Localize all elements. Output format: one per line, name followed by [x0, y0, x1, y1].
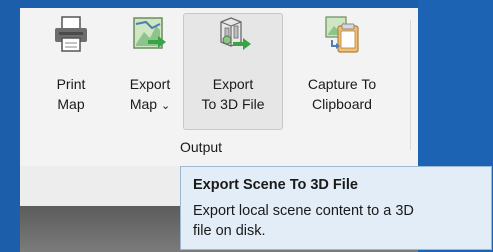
capture-to-clipboard-button[interactable]: Capture To Clipboard	[292, 14, 392, 130]
print-map-label-line1: Print	[56, 76, 86, 92]
capture-label-line2: Clipboard	[312, 96, 372, 112]
printer-icon	[55, 16, 87, 52]
ribbon-group-divider	[410, 20, 411, 150]
tooltip: Export Scene To 3D File Export local sce…	[180, 166, 492, 250]
export-3d-label-line1: Export	[212, 76, 254, 92]
tooltip-body: Export local scene content to a 3D file …	[193, 201, 479, 241]
ribbon-output-group: Print Map Export Map ⌄ Export To 3D File…	[20, 8, 418, 166]
print-map-label-line2: Map	[57, 96, 85, 112]
tooltip-body-line2: file on disk.	[193, 223, 266, 239]
export-map-label-line1: Export	[129, 76, 171, 92]
tooltip-body-line1: Export local scene content to a 3D	[193, 203, 414, 219]
tooltip-title: Export Scene To 3D File	[193, 177, 358, 193]
export-to-3d-file-button[interactable]: Export To 3D File	[183, 13, 283, 130]
export-map-button[interactable]: Export Map ⌄	[110, 14, 190, 130]
export-map-label-line2: Map	[129, 96, 158, 112]
capture-label-line1: Capture To	[307, 76, 377, 92]
export-3d-icon	[220, 17, 251, 50]
chevron-down-icon[interactable]: ⌄	[161, 100, 170, 112]
window-left-frame	[0, 0, 20, 252]
clipboard-icon	[325, 16, 359, 53]
export-3d-label-line2: To 3D File	[201, 96, 265, 112]
export-map-icon	[133, 17, 166, 49]
output-group-label: Output	[180, 139, 223, 155]
print-map-button[interactable]: Print Map	[40, 14, 102, 130]
